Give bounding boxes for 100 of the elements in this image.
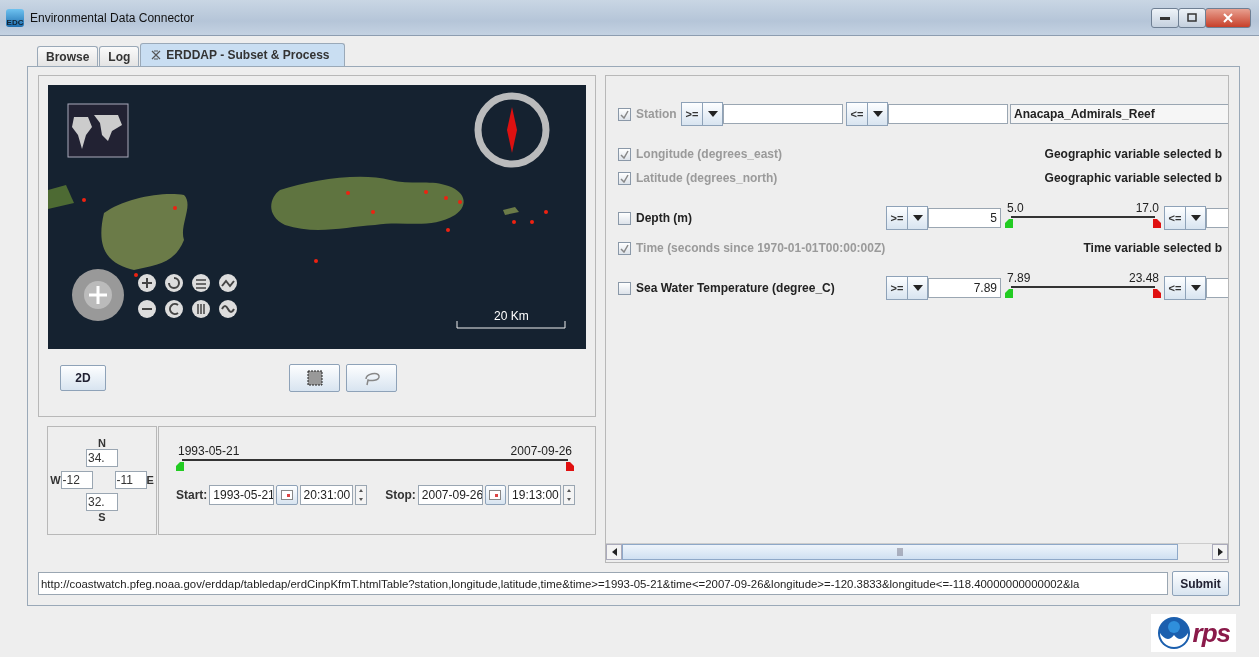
window-title: Environmental Data Connector	[30, 10, 195, 25]
min-value-field[interactable]: 7.89	[928, 278, 1001, 298]
variable-label: Station	[636, 107, 677, 121]
checkmark-icon	[620, 173, 629, 183]
range-max-label: 23.48	[1128, 271, 1159, 286]
view-mode-button[interactable]: 2D	[60, 365, 106, 391]
maximize-icon	[1187, 13, 1197, 22]
satellite-map[interactable]: 20 Km	[48, 85, 586, 349]
slider-thumb[interactable]	[1153, 219, 1161, 228]
min-value-field[interactable]	[723, 104, 843, 124]
west-bound-field[interactable]: -12	[60, 471, 93, 489]
west-label: W	[50, 474, 61, 486]
south-label: S	[98, 511, 106, 523]
rotate-icon[interactable]	[165, 274, 183, 292]
wave-icon[interactable]	[219, 300, 237, 318]
operator-dropdown[interactable]: <=	[1164, 206, 1206, 230]
zoom-in-icon[interactable]	[138, 274, 156, 292]
checkmark-icon	[620, 149, 629, 159]
east-label: E	[146, 474, 154, 486]
slider-thumb[interactable]	[176, 462, 184, 471]
compass-icon[interactable]	[474, 92, 550, 168]
range-slider-track[interactable]	[176, 459, 574, 473]
dropdown-arrow-icon	[1190, 215, 1201, 221]
close-tab-icon[interactable]	[151, 50, 162, 60]
submit-button[interactable]: Submit	[1172, 571, 1229, 596]
variable-note: Geographic variable selected b	[1044, 171, 1222, 185]
stop-label: Stop:	[385, 488, 416, 502]
dropdown-arrow-icon	[1190, 285, 1201, 291]
calendar-button[interactable]	[276, 485, 298, 505]
range-slider-track[interactable]	[1005, 216, 1161, 230]
tab[interactable]: ERDDAP - Subset & Process	[140, 43, 345, 66]
checkbox[interactable]	[618, 281, 631, 295]
calendar-icon	[280, 490, 293, 500]
lasso-icon	[362, 370, 381, 386]
tilt-icon[interactable]	[192, 274, 210, 292]
checkmark-icon	[620, 109, 629, 119]
reset-icon[interactable]	[165, 300, 183, 318]
maximize-button[interactable]	[1178, 7, 1206, 28]
slider-thumb[interactable]	[1005, 219, 1013, 228]
stop-time-field[interactable]: 19:13:00	[508, 485, 561, 505]
range-min-label: 1993-05-21	[178, 444, 240, 459]
operator-dropdown[interactable]: <=	[1164, 276, 1206, 300]
slider-thumb[interactable]	[1153, 289, 1161, 298]
east-bound-field[interactable]: -11	[114, 471, 147, 489]
wave-icon[interactable]	[219, 274, 237, 292]
tab[interactable]: Log	[99, 46, 140, 66]
lasso-select-button[interactable]	[346, 364, 397, 392]
left-arrow-icon	[611, 548, 617, 556]
pause-icon[interactable]	[192, 300, 210, 318]
slider-thumb[interactable]	[566, 462, 574, 471]
world-overview-map[interactable]	[67, 103, 129, 158]
operator-dropdown[interactable]: >=	[886, 206, 928, 230]
url-field[interactable]: http://coastwatch.pfeg.noaa.gov/erddap/tabledap/erdCinpKfmT.htmlTable?station,longitude,latitude,time&time>=1993-05-21&time<=2007-09-26&longitude>=-120.3833&longitude<=-118.40000000000002&la	[38, 572, 1168, 595]
dropdown-arrow-icon	[872, 111, 883, 117]
right-arrow-icon	[1217, 548, 1223, 556]
variable-note: Time variable selected b	[1083, 241, 1222, 255]
scrollbar-thumb[interactable]	[622, 544, 1178, 560]
rectangle-select-button[interactable]	[289, 364, 340, 392]
checkbox[interactable]	[618, 211, 631, 225]
calendar-icon	[489, 490, 502, 500]
rectangle-select-icon	[306, 370, 323, 386]
variable-note: Geographic variable selected b	[1044, 147, 1222, 161]
close-icon	[1223, 12, 1233, 23]
south-bound-field[interactable]: 32.	[86, 493, 118, 511]
slider-thumb[interactable]	[1005, 289, 1013, 298]
range-slider-track[interactable]	[1005, 286, 1161, 300]
variable-label: Time (seconds since 1970-01-01T00:00:00Z)	[636, 241, 886, 255]
close-button[interactable]	[1205, 7, 1251, 28]
dropdown-arrow-icon	[912, 285, 923, 291]
max-value-field[interactable]	[888, 104, 1008, 124]
tab[interactable]: Browse	[37, 46, 99, 66]
variable-label: Latitude (degrees_north)	[636, 171, 778, 185]
min-value-field[interactable]: 5	[928, 208, 1001, 228]
north-bound-field[interactable]: 34.	[86, 449, 118, 467]
range-min-label: 7.89	[1007, 271, 1031, 286]
noaa-emblem-icon	[1156, 616, 1191, 650]
start-time-field[interactable]: 20:31:00	[299, 485, 353, 505]
logo: rps	[1150, 614, 1236, 652]
scroll-left-button[interactable]	[606, 544, 622, 560]
range-max-label: 17.0	[1135, 201, 1159, 216]
time-spinner[interactable]	[563, 485, 575, 505]
minimize-icon	[1160, 15, 1170, 20]
calendar-button[interactable]	[484, 485, 507, 505]
scale-label: 20 Km	[494, 309, 529, 323]
operator-dropdown[interactable]: >=	[886, 276, 928, 300]
station-markers[interactable]	[82, 190, 548, 277]
dropdown-arrow-icon	[912, 215, 923, 221]
north-label: N	[98, 437, 106, 449]
time-spinner[interactable]	[354, 485, 367, 505]
zoom-out-icon[interactable]	[138, 300, 156, 318]
checkmark-icon	[620, 243, 629, 253]
start-label: Start:	[176, 488, 208, 502]
app-icon: EDC	[6, 8, 24, 27]
pan-control-icon[interactable]	[72, 269, 124, 321]
minimize-button[interactable]	[1151, 7, 1179, 28]
variable-label: Depth (m)	[636, 211, 692, 225]
variable-label: Sea Water Temperature (degree_C)	[636, 281, 835, 295]
scroll-right-button[interactable]	[1212, 544, 1228, 560]
variable-label: Longitude (degrees_east)	[636, 147, 783, 161]
range-max-label: 2007-09-26	[510, 444, 572, 459]
